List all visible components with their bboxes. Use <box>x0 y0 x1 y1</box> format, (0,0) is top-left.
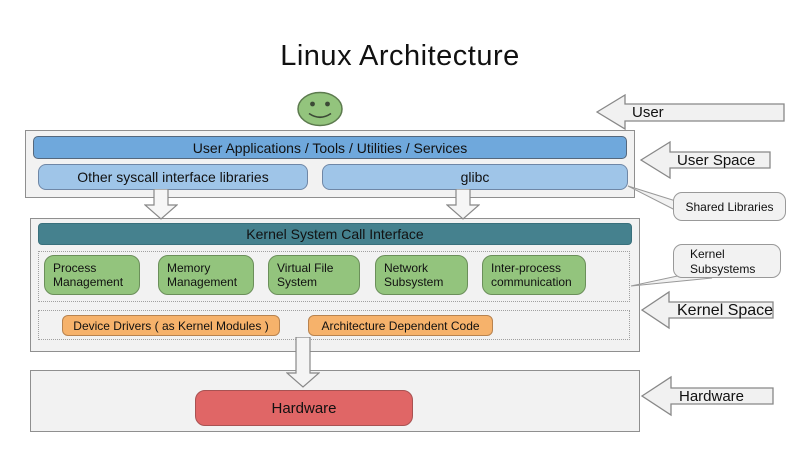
shared-libraries-callout: Shared Libraries <box>673 192 786 221</box>
user-arrow: User <box>596 92 786 132</box>
other-syscall-libraries-box: Other syscall interface libraries <box>38 164 308 190</box>
architecture-dependent-code-box: Architecture Dependent Code <box>308 315 493 336</box>
user-space-arrow: User Space <box>640 138 772 182</box>
user-space-arrow-label: User Space <box>677 152 755 169</box>
hardware-arrow-label: Hardware <box>679 388 744 405</box>
kernel-syscall-interface-box: Kernel System Call Interface <box>38 223 632 245</box>
shared-libraries-connector <box>628 186 679 212</box>
memory-management-box: Memory Management <box>158 255 254 295</box>
kernel-space-arrow-label: Kernel Space <box>677 302 773 320</box>
device-drivers-box: Device Drivers ( as Kernel Modules ) <box>62 315 280 336</box>
inter-process-communication-box: Inter-process communication <box>482 255 586 295</box>
process-management-box: Process Management <box>44 255 140 295</box>
user-applications-box: User Applications / Tools / Utilities / … <box>33 136 627 159</box>
hardware-box: Hardware <box>195 390 413 426</box>
hardware-arrow: Hardware <box>641 373 775 419</box>
down-arrow-syscall-left-icon <box>144 189 178 220</box>
page-title: Linux Architecture <box>0 40 800 73</box>
user-arrow-label: User <box>632 104 664 121</box>
glibc-box: glibc <box>322 164 628 190</box>
network-subsystem-box: Network Subsystem <box>375 255 468 295</box>
down-arrow-syscall-right-icon <box>446 189 480 220</box>
left-arrow-icon <box>596 92 786 132</box>
kernel-subsystems-callout: Kernel Subsystems <box>673 244 781 278</box>
smiley-face-icon <box>296 90 344 128</box>
linux-architecture-diagram: Linux Architecture User Applications / T… <box>0 0 800 452</box>
kernel-space-arrow: Kernel Space <box>641 290 775 330</box>
down-arrow-hardware-icon <box>286 337 320 388</box>
virtual-file-system-box: Virtual File System <box>268 255 360 295</box>
